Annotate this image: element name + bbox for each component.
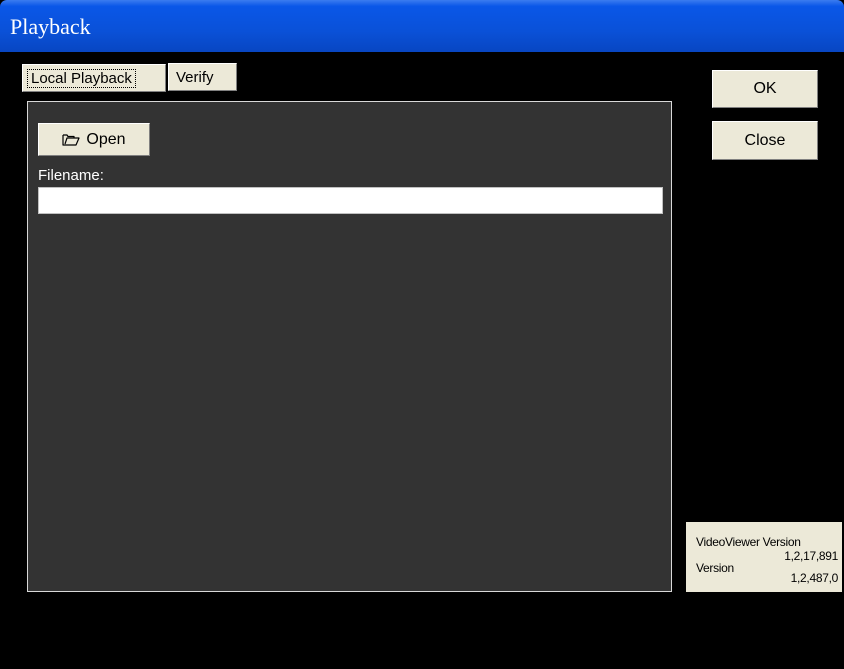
title-bar[interactable]: Playback [0,0,844,52]
version-info-box: VideoViewer Version 1,2,17,891 Version 1… [686,522,842,592]
open-button[interactable]: Open [38,123,150,156]
close-button[interactable]: Close [712,121,818,160]
playback-window: Playback Local Playback Verify Open File… [0,0,844,669]
folder-open-icon [62,134,81,146]
videoviewer-version-label: VideoViewer Version [696,535,801,549]
open-button-label: Open [86,130,126,148]
videoviewer-version-value: 1,2,17,891 [784,549,838,563]
tab-verify-label: Verify [176,69,214,86]
local-playback-panel [27,101,672,592]
version-label: Version [696,561,734,575]
filename-input[interactable] [38,187,663,214]
tab-verify[interactable]: Verify [168,63,237,91]
ok-button[interactable]: OK [712,70,818,108]
version-value: 1,2,487,0 [790,571,839,585]
tab-local-playback-label: Local Playback [27,69,136,88]
window-title: Playback [10,14,91,39]
filename-label: Filename: [38,167,104,184]
tab-local-playback[interactable]: Local Playback [22,64,166,92]
